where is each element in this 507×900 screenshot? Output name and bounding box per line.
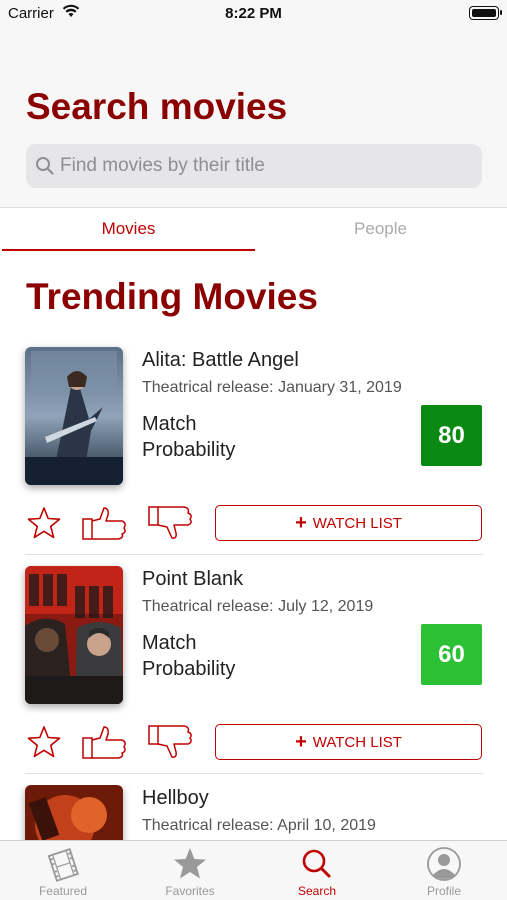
movie-card[interactable]: Hellboy Theatrical release: April 10, 20… [0, 785, 507, 840]
match-probability-label: Match Probability [142, 632, 236, 680]
movie-card[interactable]: Alita: Battle Angel Theatrical release: … [0, 347, 507, 565]
favorite-star-icon[interactable] [26, 505, 62, 546]
tab-bar-item-profile[interactable]: Profile [381, 841, 507, 900]
tab-bar-item-search[interactable]: Search [254, 841, 380, 900]
search-bar[interactable] [26, 144, 482, 188]
tab-bar-item-featured[interactable]: Featured [0, 841, 126, 900]
match-probability-label: Match Probability [142, 413, 236, 461]
divider [25, 554, 483, 555]
plus-icon: + [295, 730, 307, 753]
thumbs-down-icon[interactable] [148, 505, 196, 546]
add-to-watchlist-button[interactable]: + WATCH LIST [215, 505, 482, 541]
segment-tabs: Movies People [0, 208, 507, 251]
tab-people[interactable]: People [254, 208, 507, 251]
add-to-watchlist-button[interactable]: + WATCH LIST [215, 724, 482, 760]
tab-bar-label: Favorites [165, 884, 215, 898]
movie-card[interactable]: Point Blank Theatrical release: July 12,… [0, 566, 507, 784]
profile-icon [425, 846, 463, 887]
search-icon [35, 156, 55, 181]
movie-poster[interactable] [25, 785, 123, 840]
film-icon [44, 846, 82, 887]
clock: 8:22 PM [225, 5, 282, 22]
plus-icon: + [295, 511, 307, 534]
thumbs-up-icon[interactable] [82, 724, 128, 765]
tab-movies[interactable]: Movies [2, 208, 255, 251]
tab-bar-label: Profile [426, 884, 461, 898]
status-bar: Carrier 8:22 PM [0, 0, 507, 28]
movie-title: Alita: Battle Angel [142, 349, 299, 371]
search-input[interactable] [60, 144, 470, 188]
page-title: Search movies [26, 86, 288, 127]
release-date: Theatrical release: January 31, 2019 [142, 379, 402, 396]
thumbs-down-icon[interactable] [148, 724, 196, 765]
star-icon [171, 846, 209, 887]
battery-icon [469, 6, 502, 20]
movie-poster[interactable] [25, 566, 123, 704]
tab-bar: Featured Favorites Search Profile [0, 840, 507, 900]
watchlist-button-label: WATCH LIST [312, 733, 402, 751]
favorite-star-icon[interactable] [26, 724, 62, 765]
release-date: Theatrical release: July 12, 2019 [142, 598, 374, 615]
movie-title: Hellboy [142, 787, 209, 809]
match-score-badge: 80 [421, 405, 482, 466]
search-icon [298, 846, 336, 887]
tab-bar-label: Featured [38, 884, 88, 898]
release-date: Theatrical release: April 10, 2019 [142, 817, 376, 834]
divider [25, 773, 483, 774]
tab-bar-label: Search [297, 884, 337, 898]
movie-title: Point Blank [142, 568, 244, 590]
watchlist-button-label: WATCH LIST [312, 514, 402, 532]
thumbs-up-icon[interactable] [82, 505, 128, 546]
section-title: Trending Movies [26, 276, 318, 317]
match-score-badge: 60 [421, 624, 482, 685]
tab-bar-item-favorites[interactable]: Favorites [127, 841, 253, 900]
movie-poster[interactable] [25, 347, 123, 485]
search-header: Search movies [0, 28, 507, 208]
